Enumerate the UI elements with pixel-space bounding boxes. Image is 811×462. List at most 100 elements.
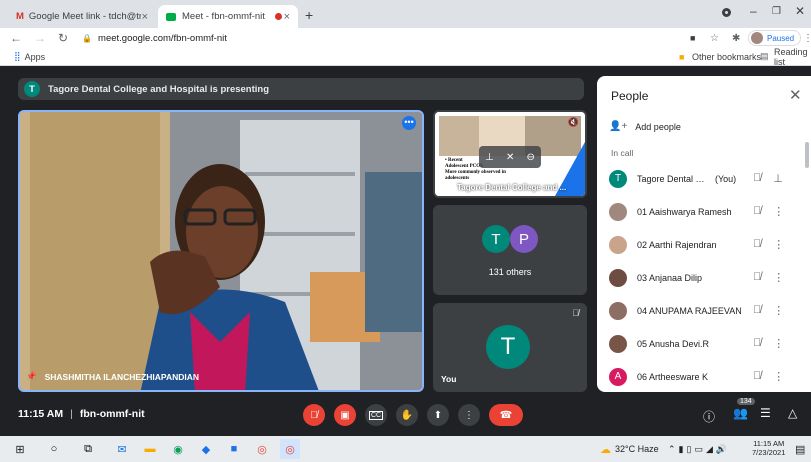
- close-window-icon[interactable]: ✕: [795, 4, 805, 18]
- chrome-icon[interactable]: ◎: [280, 439, 300, 459]
- raise-hand-button[interactable]: ✋: [396, 404, 418, 426]
- tab-gmail[interactable]: M Google Meet link - tdch@tnchá ×: [8, 5, 156, 28]
- pin-icon[interactable]: ⊥: [773, 172, 783, 185]
- profile-status: Paused: [767, 33, 795, 43]
- add-people-button[interactable]: 👤+ Add people: [609, 121, 681, 132]
- apps-icon[interactable]: ⣿: [14, 51, 21, 62]
- pin-icon: 📌: [26, 371, 37, 381]
- media-control-icon[interactable]: [722, 8, 731, 17]
- participant-name: Tagore Dental Colle...: [637, 173, 707, 184]
- tab-meet[interactable]: Meet - fbn-ommf-nit ×: [158, 5, 298, 28]
- apps-link[interactable]: Apps: [25, 52, 46, 62]
- bookmark-star-icon[interactable]: ☆: [710, 33, 719, 44]
- mute-icon[interactable]: ✕: [506, 152, 514, 163]
- self-tile[interactable]: 🎙̸ T You: [433, 303, 587, 392]
- participant-name: 01 Aaishwarya Ramesh: [637, 206, 732, 217]
- weather-text[interactable]: 32°C Haze: [615, 444, 659, 454]
- reading-list-icon: ▤: [760, 51, 769, 61]
- avatar: T: [609, 169, 627, 188]
- mic-off-icon: 🎙̸: [753, 304, 762, 316]
- call-controls: 🎙̸ ▣ CC ✋ ⬆ ⋮ ☎: [303, 404, 523, 426]
- presentation-tile[interactable]: • Recent Adolescent PCOS More commonly o…: [433, 110, 587, 198]
- participant-row[interactable]: 01 Aaishwarya Ramesh 🎙̸ ⋮: [597, 195, 811, 228]
- pin-icon[interactable]: ⊥: [485, 152, 494, 163]
- clock[interactable]: 11:15 AM 7/23/2021: [752, 439, 785, 457]
- search-icon[interactable]: ○: [44, 439, 64, 459]
- mic-toggle-button[interactable]: 🎙̸: [303, 404, 325, 426]
- extensions-icon[interactable]: ✱: [732, 33, 740, 44]
- camera-toggle-button[interactable]: ▣: [334, 404, 356, 426]
- section-heading: In call: [611, 148, 634, 158]
- notifications-icon[interactable]: ▤: [795, 443, 805, 456]
- new-tab-button[interactable]: +: [305, 7, 313, 23]
- minimize-icon[interactable]: –: [750, 4, 757, 18]
- chrome-icon[interactable]: ◎: [252, 439, 272, 459]
- more-options-icon[interactable]: ⋮: [773, 205, 784, 218]
- back-icon[interactable]: ←: [10, 31, 22, 45]
- lock-icon[interactable]: 🔒: [82, 34, 92, 43]
- participant-row[interactable]: 05 Anusha Devi.R 🎙̸ ⋮: [597, 327, 811, 360]
- close-tab-icon[interactable]: ×: [284, 11, 290, 23]
- more-options-icon[interactable]: ⋮: [773, 337, 784, 350]
- hand-icon: ✋: [400, 409, 414, 421]
- main-video-tile[interactable]: ••• 📌 SHASHMITHA ILANCHEZHIAPANDIAN: [18, 110, 424, 392]
- participant-row[interactable]: 02 Aarthi Rajendran 🎙̸ ⋮: [597, 228, 811, 261]
- more-options-icon[interactable]: ⋮: [773, 304, 784, 317]
- more-options-icon[interactable]: •••: [402, 116, 416, 130]
- profile-paused-button[interactable]: Paused: [748, 30, 802, 46]
- edge-icon[interactable]: ◉: [168, 439, 188, 459]
- participant-row[interactable]: T Tagore Dental Colle... (You) 🎙̸ ⊥: [597, 162, 811, 195]
- avatar: T: [482, 225, 510, 253]
- participant-row[interactable]: A 06 Artheesware K 🎙̸ ⋮: [597, 360, 811, 393]
- reading-list-link[interactable]: Reading list: [774, 47, 811, 67]
- leave-call-button[interactable]: ☎: [489, 404, 523, 426]
- speaker-video-frame: [20, 112, 422, 390]
- restore-icon[interactable]: ❐: [772, 6, 781, 17]
- other-bookmarks-link[interactable]: Other bookmarks: [692, 52, 761, 62]
- avatar: A: [609, 367, 627, 386]
- participant-row[interactable]: 03 Anjanaa Dilip 🎙̸ ⋮: [597, 261, 811, 294]
- menu-icon[interactable]: ⋮: [803, 33, 811, 44]
- participant-row[interactable]: 04 ANUPAMA RAJEEVAN 🎙̸ ⋮: [597, 294, 811, 327]
- avatar: [609, 301, 627, 320]
- captions-button[interactable]: CC: [365, 404, 387, 426]
- app-icon[interactable]: ◆: [196, 439, 216, 459]
- participant-name: SHASHMITHA ILANCHEZHIAPANDIAN: [44, 371, 200, 382]
- people-icon[interactable]: 👥: [733, 406, 748, 420]
- system-tray-icons[interactable]: ⌃▮▯▭◢🔊: [668, 444, 730, 455]
- chat-icon[interactable]: ☰: [760, 406, 771, 420]
- activities-icon[interactable]: △: [788, 406, 797, 420]
- meeting-details-icon[interactable]: ⓘ: [703, 408, 715, 425]
- others-tile[interactable]: T P 131 others: [433, 205, 587, 295]
- presentation-label: Tagore Dental College and ...: [457, 183, 567, 192]
- reload-icon[interactable]: ↻: [58, 31, 68, 45]
- file-explorer-icon[interactable]: ▬: [140, 439, 160, 459]
- mic-off-icon: 🎙̸: [753, 238, 762, 250]
- windows-start-icon[interactable]: ⊞: [10, 439, 30, 459]
- meet-icon: [166, 12, 176, 21]
- more-options-button[interactable]: ⋮: [458, 404, 480, 426]
- app-icon[interactable]: ■: [224, 439, 244, 459]
- avatar: [751, 32, 763, 44]
- remove-icon[interactable]: ⊖: [527, 152, 535, 163]
- task-view-icon[interactable]: ⧉: [78, 439, 98, 459]
- weather-icon: ☁: [600, 443, 611, 456]
- close-tab-icon[interactable]: ×: [142, 11, 148, 23]
- mail-icon[interactable]: ✉: [112, 439, 132, 459]
- url-text[interactable]: meet.google.com/fbn-ommf-nit: [98, 33, 227, 44]
- participant-name: 02 Aarthi Rajendran: [637, 239, 717, 250]
- more-options-icon[interactable]: ⋮: [773, 238, 784, 251]
- present-button[interactable]: ⬆: [427, 404, 449, 426]
- participant-name: 06 Artheesware K: [637, 371, 709, 382]
- people-count-badge: 134: [737, 398, 755, 405]
- more-options-icon[interactable]: ⋮: [773, 271, 784, 284]
- windows-taskbar: ⊞ ○ ⧉ ✉ ▬ ◉ ◆ ■ ◎ ◎ ☁ 32°C Haze ⌃▮▯▭◢🔊 1…: [0, 436, 811, 462]
- avatar: [609, 202, 627, 221]
- more-options-icon[interactable]: ⋮: [773, 370, 784, 383]
- forward-icon[interactable]: →: [34, 31, 46, 45]
- divider: |: [70, 408, 73, 420]
- address-toolbar: ← → ↻ 🔒 meet.google.com/fbn-ommf-nit ■ ☆…: [0, 28, 811, 48]
- camera-indicator-icon[interactable]: ■: [690, 33, 695, 43]
- avatar: P: [510, 225, 538, 253]
- close-panel-icon[interactable]: ✕: [789, 86, 802, 104]
